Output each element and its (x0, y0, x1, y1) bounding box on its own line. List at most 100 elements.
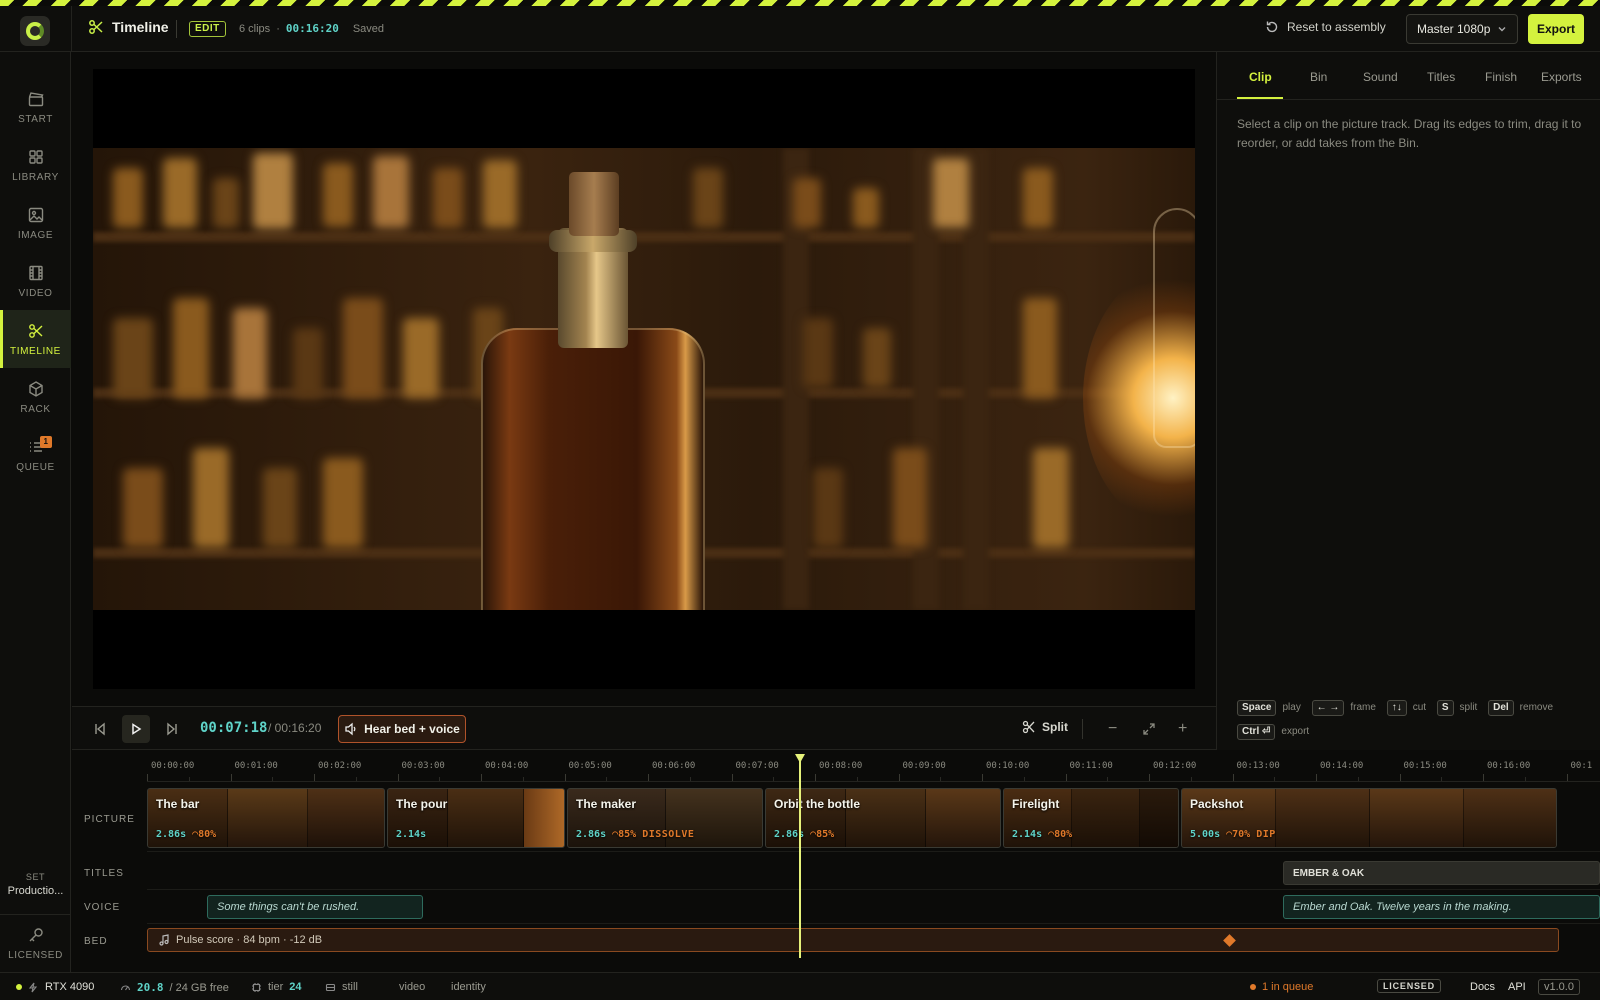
ruler-tick (147, 774, 148, 781)
ruler-minor-tick (773, 777, 775, 781)
disk-icon (325, 983, 336, 991)
preset-select[interactable]: Master 1080p (1406, 14, 1518, 44)
title-clip[interactable]: EMBER & OAK (1283, 861, 1600, 885)
time-ruler[interactable]: 00:00:00 00:01:00 00:02:00 00:03:00 00:04:00… (147, 750, 1600, 782)
zoom-out-button[interactable]: − (1108, 719, 1117, 739)
sidebar-item-start[interactable]: START (0, 78, 71, 136)
ruler-tick (230, 774, 232, 781)
sidebar-item-label: QUEUE (16, 461, 55, 473)
set-value: Productio... (7, 885, 64, 897)
preview-frame (93, 148, 1195, 610)
ruler-tick (1065, 774, 1067, 781)
bed-clip[interactable]: Pulse score · 84 bpm · -12 dB (147, 928, 1559, 952)
expand-icon (1143, 723, 1155, 735)
cube-icon (28, 380, 43, 397)
playhead[interactable] (799, 754, 801, 958)
mode-identity[interactable]: identity (451, 981, 486, 993)
split-button[interactable]: Split (1022, 720, 1068, 734)
preview-viewer[interactable] (93, 69, 1195, 689)
sidebar-item-video[interactable]: VIDEO (0, 252, 71, 310)
undo-icon (1266, 21, 1278, 33)
voice-clip[interactable]: Some things can't be rushed. (207, 895, 423, 919)
license-label: LICENSED (8, 950, 63, 961)
sidebar-item-image[interactable]: IMAGE (0, 194, 71, 252)
ruler-tick-label: 00:05:00 (568, 761, 612, 771)
tab-sound[interactable]: Sound (1363, 70, 1398, 84)
docs-link[interactable]: Docs (1470, 981, 1495, 993)
status-bar: RTX 4090 20.8 / 24 GB free tier 24 still… (0, 972, 1600, 1000)
api-link[interactable]: API (1508, 981, 1526, 993)
ruler-tick (1316, 774, 1317, 781)
clapper-icon (28, 91, 44, 106)
timeline-meta: 6 clips · 00:16:20 Saved (239, 22, 385, 35)
chip-icon (252, 982, 261, 992)
export-button[interactable]: Export (1528, 14, 1584, 44)
sidebar-item-library[interactable]: LIBRARY (0, 136, 71, 194)
mode-label: identity (451, 981, 486, 993)
shortcut: ↑↓ cut (1386, 699, 1426, 717)
titles-track[interactable]: EMBER & OAK (147, 856, 1600, 890)
tab-clip[interactable]: Clip (1249, 70, 1272, 84)
ruler-tick (564, 774, 566, 781)
play-icon (132, 723, 142, 735)
sidebar-item-rack[interactable]: RACK (0, 368, 71, 426)
voice-track[interactable]: Some things can't be rushed. Ember and O… (147, 890, 1600, 924)
skip-back-button[interactable] (86, 715, 114, 743)
hear-bed-voice-toggle[interactable]: Hear bed + voice (338, 715, 466, 743)
zoom-in-button[interactable]: + (1178, 719, 1187, 739)
track-label-bed: BED (84, 936, 108, 947)
ruler-tick (1149, 774, 1150, 781)
total-time: 00:16:20 (285, 22, 339, 35)
ruler-minor-tick (439, 777, 441, 781)
clip-the-bar[interactable]: The bar 2.86s ◠80% (147, 788, 385, 848)
clip-the-maker[interactable]: The maker 2.86s ◠85% DISSOLVE (567, 788, 763, 848)
version-badge: v1.0.0 (1538, 979, 1580, 995)
play-button[interactable] (122, 715, 150, 743)
save-status: Saved (352, 22, 385, 35)
mode-video[interactable]: video (399, 981, 425, 993)
clip-packshot[interactable]: Packshot 5.00s ◠70% DIP (1181, 788, 1557, 848)
tab-bin[interactable]: Bin (1310, 70, 1327, 84)
ruler-tick-label: 00:12:00 (1153, 761, 1197, 771)
inspector-tabs: Clip Bin Sound Titles Finish Exports (1217, 52, 1600, 100)
timeline[interactable]: 00:00:00 00:01:00 00:02:00 00:03:00 00:04:00… (72, 750, 1600, 972)
ruler-tick-label: 00:06:00 (652, 761, 696, 771)
sidebar-item-label: RACK (20, 403, 51, 415)
sidebar-item-timeline[interactable]: TIMELINE (0, 310, 71, 368)
tier-value: 24 (289, 981, 302, 993)
clip-the-pour[interactable]: The pour 2.14s (387, 788, 565, 848)
ruler-tick-label: 00:1 (1570, 761, 1593, 771)
ruler-tick-label: 00:09:00 (902, 761, 946, 771)
picture-track[interactable]: The bar 2.86s ◠80% The pour 2.14s The mak… (147, 788, 1600, 852)
top-bar: Timeline EDIT 6 clips · 00:16:20 Saved R… (0, 6, 1600, 52)
playhead-handle[interactable] (795, 754, 805, 763)
film-icon (28, 265, 43, 280)
tab-finish[interactable]: Finish (1485, 70, 1517, 84)
clip-firelight[interactable]: Firelight 2.14s ◠80% (1003, 788, 1179, 848)
skip-forward-button[interactable] (158, 715, 186, 743)
ruler-tick-label: 00:11:00 (1069, 761, 1113, 771)
set-indicator[interactable]: SET Productio... (0, 872, 71, 897)
reset-to-assembly-button[interactable]: Reset to assembly (1265, 20, 1386, 34)
ruler-tick-label: 00:10:00 (986, 761, 1030, 771)
tab-titles[interactable]: Titles (1427, 70, 1455, 84)
ruler-tick (1483, 774, 1484, 781)
queue-status[interactable]: 1 in queue (1250, 981, 1313, 993)
clip-hint: Select a clip on the picture track. Drag… (1237, 117, 1582, 150)
split-label: Split (1042, 720, 1068, 734)
voice-clip[interactable]: Ember and Oak. Twelve years in the makin… (1283, 895, 1600, 919)
mode-still[interactable]: still (325, 981, 358, 993)
app-logo[interactable] (20, 16, 50, 46)
ruler-minor-tick (355, 777, 357, 781)
ruler-tick-label: 00:15:00 (1403, 761, 1447, 771)
grid-icon (28, 149, 43, 164)
license-nav[interactable]: LICENSED (0, 914, 71, 972)
gpu-name: RTX 4090 (45, 981, 95, 993)
tab-exports[interactable]: Exports (1541, 70, 1582, 84)
scissors-icon (1022, 720, 1035, 734)
ruler-tick (815, 774, 816, 781)
vram-total: / 24 GB free (169, 981, 229, 994)
volume-keyframe[interactable] (1223, 934, 1236, 947)
zoom-fit-button[interactable] (1142, 719, 1156, 742)
sidebar-item-queue[interactable]: QUEUE 1 (0, 426, 71, 484)
